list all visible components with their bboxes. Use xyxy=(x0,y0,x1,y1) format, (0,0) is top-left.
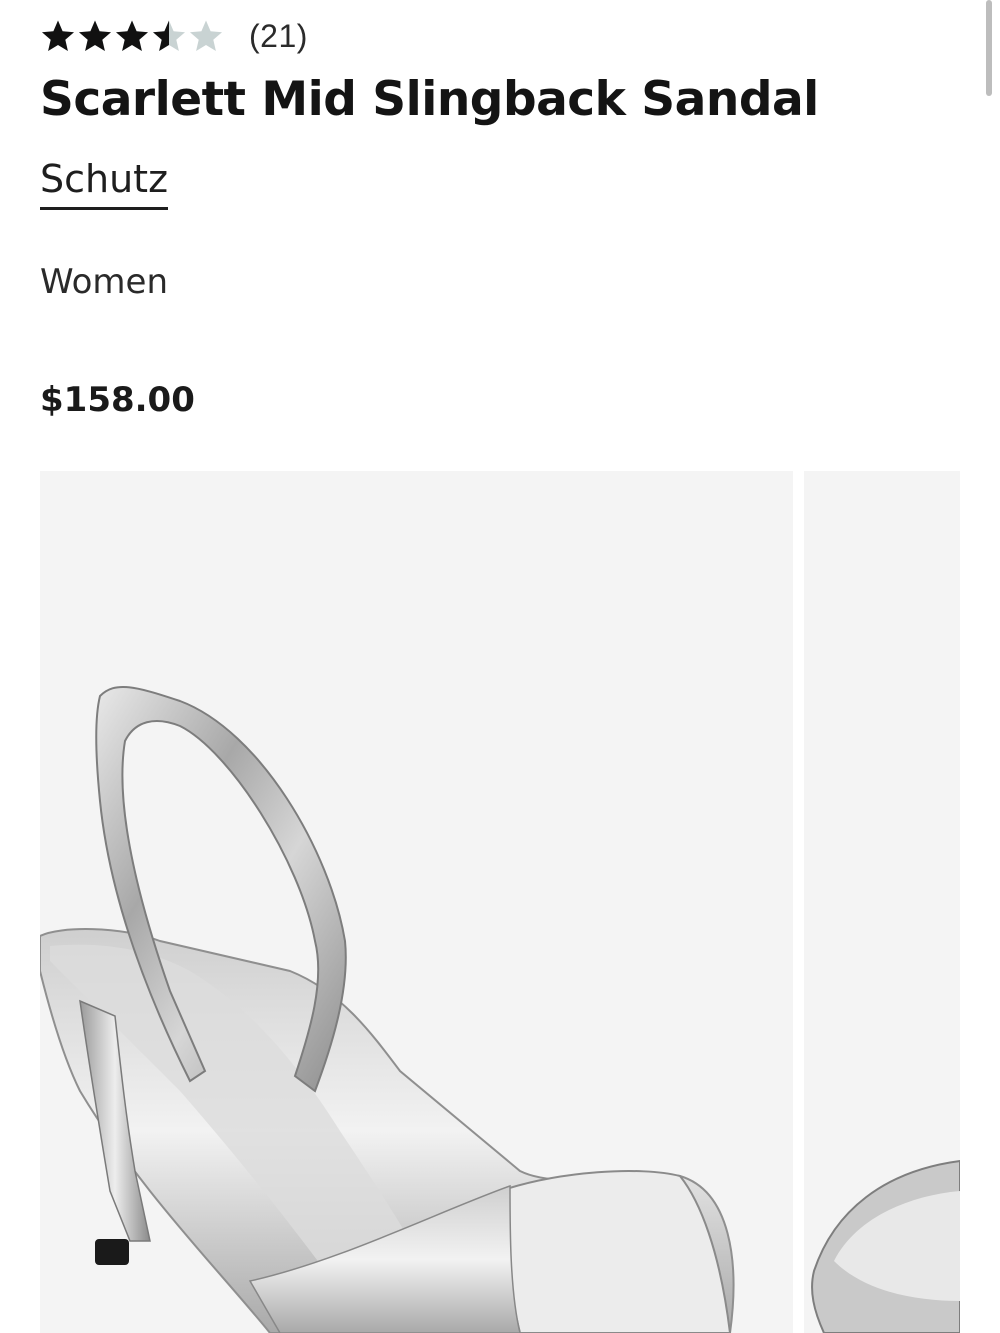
product-image-main[interactable] xyxy=(40,471,793,1333)
brand-link[interactable]: Schutz xyxy=(40,155,169,210)
product-image-next[interactable] xyxy=(804,471,960,1333)
star-icon xyxy=(188,18,224,54)
rating-summary[interactable]: (21) xyxy=(40,14,308,58)
product-price: $158.00 xyxy=(40,380,195,420)
star-icon xyxy=(77,18,113,54)
product-category: Women xyxy=(40,262,169,302)
silver-sandal-alternate-view-image xyxy=(811,1159,960,1333)
product-image-gallery[interactable] xyxy=(40,471,960,1333)
star-icon xyxy=(151,18,187,54)
star-icon xyxy=(40,18,76,54)
star-icon xyxy=(114,18,150,54)
review-count[interactable]: (21) xyxy=(249,18,308,55)
star-rating xyxy=(40,18,225,54)
page-scrollbar[interactable] xyxy=(986,0,992,96)
product-title: Scarlett Mid Slingback Sandal xyxy=(40,72,819,127)
silver-slingback-sandal-image xyxy=(40,685,735,1333)
